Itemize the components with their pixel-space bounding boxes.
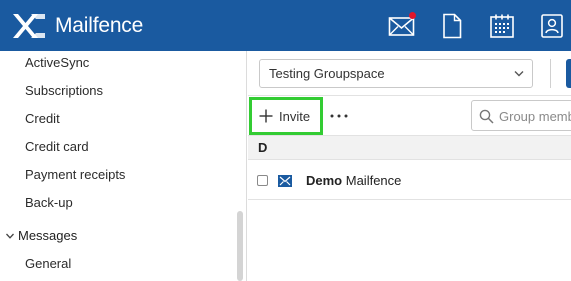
member-checkbox[interactable] — [257, 175, 268, 186]
letter-group-header: D — [248, 136, 571, 160]
contacts-icon — [541, 14, 563, 38]
group-letter: D — [258, 140, 268, 155]
calendar-button[interactable] — [487, 12, 517, 40]
members-toolbar: Invite — [248, 96, 571, 136]
document-icon — [443, 13, 462, 39]
member-search[interactable] — [471, 100, 571, 131]
primary-action-button[interactable] — [566, 59, 571, 88]
sidebar-item-credit[interactable]: Credit — [25, 111, 60, 126]
mail-button[interactable] — [387, 12, 417, 40]
sidebar-item-subscriptions[interactable]: Subscriptions — [25, 83, 103, 98]
member-row[interactable]: Demo Mailfence — [248, 160, 571, 200]
groupspace-select-value: Testing Groupspace — [269, 66, 385, 81]
member-name: Demo Mailfence — [306, 173, 401, 188]
sidebar-item-activesync[interactable]: ActiveSync — [25, 55, 89, 70]
toolbar-divider — [550, 59, 551, 88]
sidebar-section-label: Messages — [18, 228, 78, 243]
groupspace-select[interactable]: Testing Groupspace — [259, 59, 533, 88]
mailfence-logo-icon — [13, 14, 45, 38]
unread-indicator — [409, 12, 416, 19]
chevron-down-icon — [514, 71, 524, 77]
sidebar-scrollbar[interactable] — [237, 211, 243, 281]
sidebar-item-back-up[interactable]: Back-up — [25, 195, 73, 210]
more-dots-icon — [330, 114, 348, 118]
sidebar-item-payment-receipts[interactable]: Payment receipts — [25, 167, 125, 182]
invite-label: Invite — [279, 108, 311, 124]
calendar-icon — [490, 14, 514, 38]
sidebar-item-credit-card[interactable]: Credit card — [25, 139, 89, 154]
brand[interactable]: Mailfence — [11, 11, 143, 41]
member-last-name: Mailfence — [345, 173, 402, 188]
sidebar: ActiveSync Subscriptions Credit Credit c… — [0, 51, 247, 281]
sidebar-section-messages[interactable]: Messages — [5, 228, 77, 243]
brand-name: Mailfence — [55, 14, 144, 37]
main-panel: Testing Groupspace Invite Group members … — [248, 51, 571, 281]
sidebar-item-general[interactable]: General — [25, 256, 71, 271]
mailfence-user-icon — [278, 175, 292, 187]
invite-button[interactable]: Invite — [249, 97, 323, 135]
member-first-name: Demo — [306, 173, 343, 188]
top-bar: Mailfence — [0, 0, 571, 51]
contacts-button[interactable] — [537, 12, 567, 40]
member-search-input[interactable] — [499, 106, 571, 126]
more-options-button[interactable] — [328, 107, 350, 125]
group-select-row: Testing Groupspace — [248, 51, 571, 96]
mailfence-app: Mailfence ActiveSync Subscriptions Credi… — [0, 0, 571, 281]
documents-button[interactable] — [437, 12, 467, 40]
plus-icon — [259, 109, 273, 123]
chevron-down-icon — [6, 233, 14, 239]
search-icon — [479, 109, 494, 124]
